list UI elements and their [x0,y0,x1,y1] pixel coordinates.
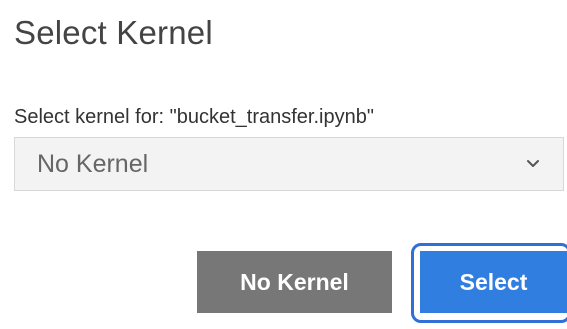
kernel-select-value: No Kernel [37,149,149,178]
kernel-select[interactable]: No Kernel [14,137,564,191]
chevron-down-icon [527,160,539,167]
select-kernel-dialog: Select Kernel Select kernel for: "bucket… [0,0,567,329]
dialog-title: Select Kernel [14,14,213,51]
kernel-prompt-label: Select kernel for: "bucket_transfer.ipyn… [14,106,374,128]
select-button[interactable]: Select [420,251,567,313]
no-kernel-button[interactable]: No Kernel [197,251,392,313]
